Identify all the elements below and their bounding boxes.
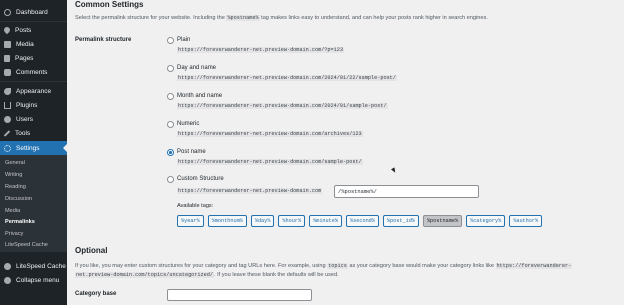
menu-label: Media bbox=[16, 40, 34, 48]
section-description: Select the permalink structure for your … bbox=[75, 15, 488, 21]
comment-icon bbox=[4, 68, 11, 76]
permalink-structure-label: Permalink structure bbox=[75, 37, 132, 43]
option-title: Numeric bbox=[177, 121, 200, 127]
menu-tools[interactable]: Tools bbox=[0, 126, 67, 140]
radio-numeric[interactable] bbox=[167, 121, 174, 128]
pin-icon bbox=[2, 25, 12, 35]
submenu-writing[interactable]: Writing bbox=[5, 172, 22, 178]
settings-submenu: General Writing Reading Discussion Media… bbox=[0, 155, 67, 252]
desc-code: https://foreverwanderer- bbox=[495, 263, 573, 269]
submenu-litespeed-cache[interactable]: LiteSpeed Cache bbox=[5, 242, 48, 248]
custom-base-url: https://foreverwanderer-net.preview-doma… bbox=[177, 188, 323, 194]
option-url: https://foreverwanderer-net.preview-doma… bbox=[177, 103, 388, 109]
menu-appearance[interactable]: Appearance bbox=[0, 84, 67, 98]
tag-button[interactable]: %post_id% bbox=[382, 215, 419, 227]
menu-label: Settings bbox=[16, 144, 40, 152]
tag-button[interactable]: %category% bbox=[466, 215, 506, 227]
radio-day-and-name[interactable] bbox=[167, 65, 174, 72]
settings-icon bbox=[4, 144, 11, 152]
submenu-permalinks[interactable]: Permalinks bbox=[5, 219, 35, 225]
menu-label: Tools bbox=[15, 129, 31, 137]
menu-media[interactable]: Media bbox=[0, 37, 67, 51]
menu-label: Collapse menu bbox=[16, 276, 60, 284]
tag-button[interactable]: %day% bbox=[250, 215, 275, 227]
menu-separator bbox=[0, 21, 67, 22]
wrench-icon bbox=[3, 129, 11, 137]
tag-button[interactable]: %second% bbox=[346, 215, 379, 227]
optional-description: If you like, you may enter custom struct… bbox=[75, 262, 573, 280]
section-heading: Common Settings bbox=[75, 0, 144, 9]
tag-button-selected[interactable]: %postname% bbox=[422, 215, 463, 227]
desc-code: net.preview-domain.com/topics/uncategori… bbox=[75, 272, 214, 278]
option-title: Month and name bbox=[177, 93, 223, 99]
collapse-menu-button[interactable]: Collapse menu bbox=[0, 273, 67, 287]
menu-label: Dashboard bbox=[16, 8, 48, 16]
menu-label: Appearance bbox=[16, 87, 52, 95]
tag-button[interactable]: %hour% bbox=[278, 215, 306, 227]
menu-label: Comments bbox=[16, 68, 48, 76]
user-icon bbox=[4, 115, 11, 123]
optional-heading: Optional bbox=[75, 246, 108, 255]
litespeed-icon bbox=[4, 262, 11, 270]
option-title: Post name bbox=[177, 149, 206, 155]
custom-structure-input[interactable]: /%postname%/ bbox=[334, 185, 479, 198]
submenu-privacy[interactable]: Privacy bbox=[5, 231, 23, 237]
submenu-discussion[interactable]: Discussion bbox=[5, 196, 32, 202]
category-base-input[interactable] bbox=[167, 289, 312, 301]
collapse-icon bbox=[4, 276, 11, 284]
desc-code: topics bbox=[327, 263, 348, 269]
mouse-cursor-icon bbox=[391, 167, 397, 174]
brush-icon bbox=[4, 87, 11, 95]
tag-button[interactable]: %author% bbox=[509, 215, 543, 227]
tag-button[interactable]: %minute% bbox=[309, 215, 342, 227]
tag-button[interactable]: %year% bbox=[177, 215, 204, 227]
menu-settings[interactable]: Settings bbox=[0, 141, 67, 155]
desc-text: as your category base would make your ca… bbox=[349, 263, 494, 269]
desc-text: Select the permalink structure for your … bbox=[75, 15, 225, 21]
radio-month-and-name[interactable] bbox=[167, 93, 174, 100]
option-url: https://foreverwanderer-net.preview-doma… bbox=[177, 159, 363, 165]
settings-main: Common Settings Select the permalink str… bbox=[67, 0, 624, 305]
dashboard-icon bbox=[4, 8, 11, 16]
media-icon bbox=[4, 40, 11, 48]
page-icon bbox=[4, 54, 10, 62]
menu-label: Pages bbox=[15, 54, 34, 62]
desc-text: tag makes links easy to understand, and … bbox=[261, 15, 488, 21]
menu-label: Posts bbox=[15, 26, 32, 34]
desc-text: . If you leave these blank the defaults … bbox=[213, 272, 339, 278]
menu-users[interactable]: Users bbox=[0, 112, 67, 126]
menu-dashboard[interactable]: Dashboard bbox=[0, 5, 67, 19]
menu-plugins[interactable]: Plugins bbox=[0, 98, 67, 112]
desc-code: %postname% bbox=[226, 15, 260, 21]
submenu-general[interactable]: General bbox=[5, 160, 25, 166]
menu-comments[interactable]: Comments bbox=[0, 65, 67, 79]
menu-label: Plugins bbox=[16, 101, 38, 109]
tag-button[interactable]: %monthnum% bbox=[207, 215, 247, 227]
submenu-reading[interactable]: Reading bbox=[5, 184, 26, 190]
menu-separator bbox=[0, 81, 67, 82]
available-tags: %year% %monthnum% %day% %hour% %minute% … bbox=[177, 215, 543, 227]
category-base-label: Category base bbox=[75, 291, 117, 297]
option-url: https://foreverwanderer-net.preview-doma… bbox=[177, 75, 397, 81]
radio-post-name[interactable] bbox=[167, 149, 174, 156]
menu-posts[interactable]: Posts bbox=[0, 23, 67, 37]
menu-label: LiteSpeed Cache bbox=[16, 262, 66, 270]
option-title: Plain bbox=[177, 37, 191, 43]
option-url: https://foreverwanderer-net.preview-doma… bbox=[177, 47, 344, 53]
plugin-icon bbox=[4, 101, 11, 109]
option-title: Day and name bbox=[177, 65, 217, 71]
admin-sidebar: Dashboard Posts Media Pages Comments App… bbox=[0, 0, 67, 305]
available-tags-label: Available tags: bbox=[177, 203, 214, 209]
menu-litespeed-cache[interactable]: LiteSpeed Cache bbox=[0, 259, 67, 273]
option-url: https://foreverwanderer-net.preview-doma… bbox=[177, 131, 363, 137]
submenu-media[interactable]: Media bbox=[5, 208, 20, 214]
radio-plain[interactable] bbox=[167, 37, 174, 44]
menu-pages[interactable]: Pages bbox=[0, 51, 67, 65]
menu-label: Users bbox=[16, 115, 33, 123]
radio-custom-structure[interactable] bbox=[167, 176, 174, 183]
desc-text: If you like, you may enter custom struct… bbox=[75, 263, 326, 269]
option-title: Custom Structure bbox=[177, 176, 224, 182]
